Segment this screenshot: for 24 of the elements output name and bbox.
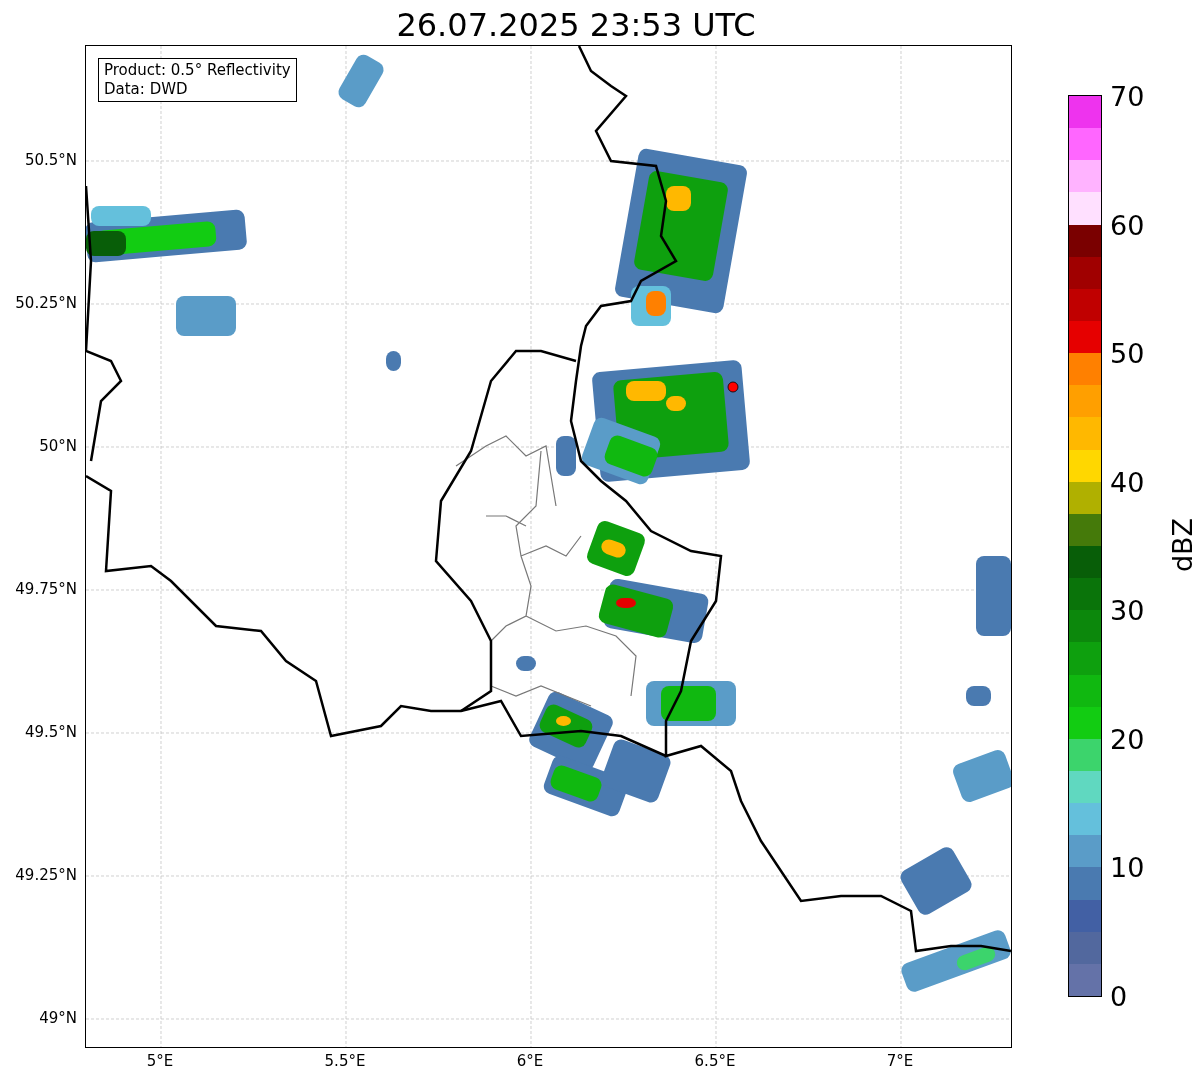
longitude-label: 6°E (516, 1052, 544, 1070)
colorbar-label: dBZ (1166, 517, 1198, 573)
latitude-label: 49.5°N (24, 723, 77, 741)
colorbar-tick-label: 10 (1109, 851, 1145, 883)
latitude-label: 49°N (39, 1009, 77, 1027)
legend-text: Data: DWD (104, 80, 189, 99)
longitude-label: 5°E (146, 1052, 174, 1070)
latitude-label: 49.25°N (15, 866, 77, 884)
latitude-label: 50.25°N (15, 294, 77, 312)
legend-text: Product: 0.5° Reflectivity (104, 61, 291, 80)
latitude-label: 49.75°N (15, 580, 77, 598)
colorbar-tick-label: 70 (1109, 80, 1145, 112)
longitude-label: 5.5°E (324, 1052, 366, 1070)
colorbar-tick-label: 20 (1109, 723, 1145, 755)
colorbar-tick-label: 40 (1109, 466, 1145, 498)
latitude-label: 50.5°N (24, 151, 77, 169)
latitude-label: 50°N (39, 437, 77, 455)
colorbar-tick-label: 60 (1109, 209, 1145, 241)
colorbar-tick-label: 30 (1109, 594, 1145, 626)
longitude-label: 6.5°E (694, 1052, 736, 1070)
map-title: 26.07.2025 23:53 UTC (395, 5, 757, 45)
longitude-label: 7°E (886, 1052, 914, 1070)
colorbar-tick-label: 50 (1109, 337, 1145, 369)
colorbar-tick-label: 0 (1109, 980, 1128, 1012)
